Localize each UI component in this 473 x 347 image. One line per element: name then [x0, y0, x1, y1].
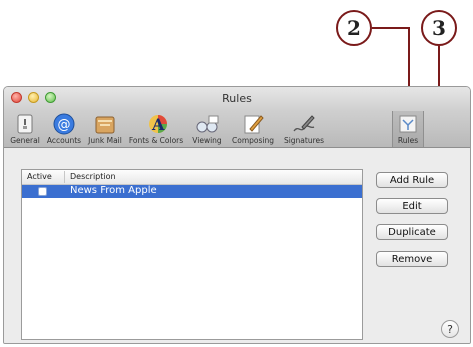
svg-text:A: A — [151, 115, 165, 134]
signature-pen-icon — [292, 113, 316, 135]
rule-description: News From Apple — [70, 185, 157, 196]
column-divider — [64, 171, 65, 183]
title-bar: Rules — [4, 87, 470, 111]
table-row[interactable]: News From Apple — [22, 185, 362, 198]
toolbar-label-composing: Composing — [232, 136, 274, 145]
toolbar-item-fonts-colors[interactable]: A Fonts & Colors — [127, 111, 185, 147]
toolbar-label-fonts-colors: Fonts & Colors — [128, 136, 184, 145]
callout-2-line-horizontal — [372, 27, 410, 29]
toolbar-item-general[interactable]: General — [6, 111, 44, 147]
window-title: Rules — [222, 92, 252, 105]
edit-button[interactable]: Edit — [376, 198, 448, 214]
table-header: Active Description — [22, 170, 362, 185]
toolbar-label-viewing: Viewing — [192, 136, 222, 145]
general-switch-icon — [13, 113, 37, 135]
toolbar-item-composing[interactable]: Composing — [228, 111, 278, 147]
toolbar-label-junk-mail: Junk Mail — [88, 136, 122, 145]
fonts-colors-icon: A — [144, 113, 168, 135]
composing-pencil-icon — [241, 113, 265, 135]
toolbar-label-accounts: Accounts — [46, 136, 82, 145]
toolbar-item-accounts[interactable]: @ Accounts — [45, 111, 83, 147]
callout-3: 3 — [421, 10, 457, 46]
junk-mail-icon — [93, 113, 117, 135]
rules-mail-icon — [396, 113, 420, 135]
toolbar-label-signatures: Signatures — [283, 136, 325, 145]
column-header-active[interactable]: Active — [27, 172, 52, 181]
rule-active-checkbox[interactable] — [38, 187, 47, 196]
rules-pane: Active Description News From Apple Add R… — [4, 148, 470, 343]
toolbar-item-signatures[interactable]: Signatures — [279, 111, 329, 147]
add-rule-button[interactable]: Add Rule — [376, 172, 448, 188]
svg-text:@: @ — [58, 118, 71, 133]
preferences-toolbar: General @ Accounts Junk Mail A Fonts & C… — [4, 111, 470, 148]
toolbar-label-rules: Rules — [397, 136, 419, 145]
rules-preferences-window: Rules General @ Accounts Junk Mail A Fon… — [3, 86, 471, 344]
glasses-icon — [195, 113, 219, 135]
at-sign-icon: @ — [52, 113, 76, 135]
remove-button[interactable]: Remove — [376, 251, 448, 267]
callout-2: 2 — [336, 10, 372, 46]
toolbar-item-rules[interactable]: Rules — [392, 111, 424, 147]
duplicate-button[interactable]: Duplicate — [376, 224, 448, 240]
toolbar-label-general: General — [10, 136, 40, 145]
toolbar-item-junk-mail[interactable]: Junk Mail — [84, 111, 126, 147]
toolbar-item-viewing[interactable]: Viewing — [187, 111, 227, 147]
column-header-description[interactable]: Description — [70, 172, 116, 181]
rules-table[interactable]: Active Description News From Apple — [21, 169, 363, 340]
help-button[interactable]: ? — [441, 320, 459, 338]
